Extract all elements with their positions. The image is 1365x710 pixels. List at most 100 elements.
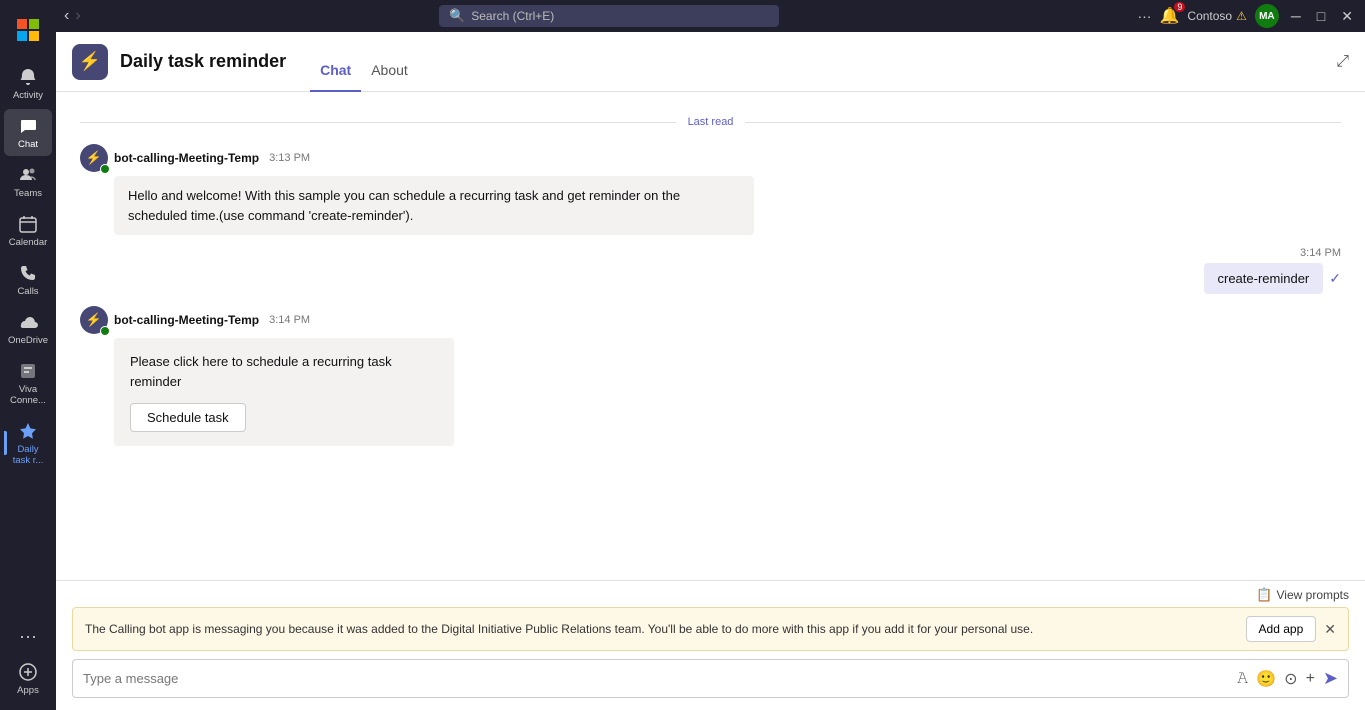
notification-bell[interactable]: 🔔 9	[1159, 6, 1179, 26]
close-banner-button[interactable]: ✕	[1324, 621, 1336, 638]
bot-message-1-text: Hello and welcome! With this sample you …	[128, 188, 680, 223]
sidebar-bottom: ··· Apps	[4, 619, 52, 702]
sidebar-item-calls[interactable]: Calls	[4, 256, 52, 303]
user-avatar[interactable]: MA	[1255, 4, 1279, 28]
add-app-button[interactable]: Add app	[1246, 616, 1317, 642]
sidebar-item-daily-task[interactable]: Daily task r...	[4, 414, 52, 472]
view-prompts-label: View prompts	[1277, 588, 1349, 602]
search-placeholder: Search (Ctrl+E)	[471, 9, 554, 23]
notification-banner-text: The Calling bot app is messaging you bec…	[85, 620, 1238, 638]
more-options-icon[interactable]: ···	[1137, 8, 1151, 24]
minimize-button[interactable]: ─	[1287, 8, 1305, 24]
sidebar-item-chat[interactable]: Chat	[4, 109, 52, 156]
bot-online-badge	[100, 164, 110, 174]
prompts-icon: 📋	[1256, 587, 1272, 603]
teams-icon	[17, 164, 39, 186]
close-button[interactable]: ✕	[1337, 8, 1357, 25]
search-icon: 🔍	[449, 8, 465, 24]
bot-message-group-1: ⚡ bot-calling-Meeting-Temp 3:13 PM Hello…	[80, 144, 1341, 235]
bot-card: Please click here to schedule a recurrin…	[114, 338, 454, 446]
viva-icon	[17, 360, 39, 382]
ms-logo	[12, 14, 44, 46]
sidebar-item-viva[interactable]: Viva Conne...	[4, 354, 52, 412]
send-button[interactable]: ➤	[1323, 668, 1338, 689]
message-input-row: 𝙰 🙂 ⊙ + ➤	[72, 659, 1349, 698]
last-read-label: Last read	[688, 116, 734, 128]
divider-right	[745, 122, 1341, 123]
last-read-divider: Last read	[80, 116, 1341, 128]
bot-bubble-row-2: Please click here to schedule a recurrin…	[114, 338, 1341, 446]
apps-icon	[17, 661, 39, 683]
bot-online-badge-2	[100, 326, 110, 336]
emoji-icon[interactable]: 🙂	[1256, 669, 1276, 689]
chat-header-right: ⤢	[1336, 53, 1349, 71]
user-message-time: 3:14 PM	[1300, 247, 1341, 259]
nav-back-button[interactable]: ‹	[64, 7, 69, 25]
tab-chat[interactable]: Chat	[310, 62, 361, 92]
sidebar-item-activity-label: Activity	[13, 90, 43, 101]
gif-icon[interactable]: ⊙	[1284, 669, 1297, 689]
sidebar-item-onedrive-label: OneDrive	[8, 335, 48, 346]
view-prompts-button[interactable]: 📋 View prompts	[1256, 587, 1349, 603]
sidebar-item-apps[interactable]: Apps	[4, 655, 52, 702]
warning-icon: ⚠	[1236, 9, 1247, 23]
sidebar: Activity Chat Teams	[0, 0, 56, 710]
attach-icon[interactable]: +	[1306, 670, 1315, 688]
more-icon: ···	[17, 625, 39, 647]
sidebar-item-teams[interactable]: Teams	[4, 158, 52, 205]
sidebar-item-viva-label: Viva Conne...	[8, 384, 48, 406]
bot-sender-row-2: ⚡ bot-calling-Meeting-Temp 3:14 PM	[80, 306, 1341, 334]
maximize-button[interactable]: □	[1313, 8, 1329, 24]
calls-icon	[17, 262, 39, 284]
calendar-icon	[17, 213, 39, 235]
contoso-label[interactable]: Contoso ⚠	[1187, 9, 1246, 23]
tab-about[interactable]: About	[361, 62, 418, 92]
bot-message-2-time: 3:14 PM	[269, 314, 310, 326]
sidebar-item-more[interactable]: ···	[4, 619, 52, 653]
sidebar-item-activity[interactable]: Activity	[4, 60, 52, 107]
sidebar-item-calls-label: Calls	[17, 286, 38, 297]
titlebar-left: ‹ ›	[64, 7, 81, 25]
sidebar-item-chat-label: Chat	[18, 139, 38, 150]
message-input[interactable]	[83, 671, 1229, 686]
notification-banner: The Calling bot app is messaging you bec…	[72, 607, 1349, 651]
bot-bubble-1: Hello and welcome! With this sample you …	[114, 176, 754, 235]
schedule-task-button[interactable]: Schedule task	[130, 403, 246, 432]
chat-title: Daily task reminder	[120, 51, 286, 72]
sidebar-item-calendar[interactable]: Calendar	[4, 207, 52, 254]
messages-area: Last read ⚡ bot-calling-Meeting-Temp 3:1…	[56, 92, 1365, 580]
chat-app-icon: ⚡	[72, 44, 108, 80]
bot-sender-row-1: ⚡ bot-calling-Meeting-Temp 3:13 PM	[80, 144, 1341, 172]
search-bar[interactable]: 🔍 Search (Ctrl+E)	[439, 5, 779, 27]
sidebar-item-teams-label: Teams	[14, 188, 42, 199]
titlebar-center: 🔍 Search (Ctrl+E)	[89, 5, 1130, 27]
nav-forward-button[interactable]: ›	[75, 7, 80, 25]
chat-container: ⚡ Daily task reminder Chat About ⤢ Last …	[56, 32, 1365, 710]
view-prompts-row: 📋 View prompts	[56, 581, 1365, 607]
sidebar-item-calendar-label: Calendar	[9, 237, 48, 248]
bot-avatar-2: ⚡	[80, 306, 108, 334]
user-bubble: create-reminder	[1204, 263, 1324, 294]
expand-icon[interactable]: ⤢	[1336, 53, 1349, 70]
activity-icon	[17, 66, 39, 88]
titlebar-right: ··· 🔔 9 Contoso ⚠ MA ─ □ ✕	[1137, 4, 1357, 28]
sidebar-top: Activity Chat Teams	[4, 60, 52, 472]
sidebar-item-daily-task-label: Daily task r...	[8, 444, 48, 466]
bot-sender-name-2: bot-calling-Meeting-Temp	[114, 313, 259, 327]
format-icon[interactable]: 𝙰	[1237, 670, 1248, 688]
titlebar: ‹ › 🔍 Search (Ctrl+E) ··· 🔔 9 Contoso ⚠ …	[56, 0, 1365, 32]
message-toolbar: 𝙰 🙂 ⊙ + ➤	[1237, 668, 1338, 689]
notification-badge: 9	[1174, 2, 1185, 12]
bot-sender-name-1: bot-calling-Meeting-Temp	[114, 151, 259, 165]
main-area: ‹ › 🔍 Search (Ctrl+E) ··· 🔔 9 Contoso ⚠ …	[56, 0, 1365, 710]
bot-card-text: Please click here to schedule a recurrin…	[130, 352, 438, 391]
bot-message-group-2: ⚡ bot-calling-Meeting-Temp 3:14 PM Pleas…	[80, 306, 1341, 446]
chat-icon	[17, 115, 39, 137]
divider-left	[80, 122, 676, 123]
bottom-area: 📋 View prompts The Calling bot app is me…	[56, 580, 1365, 710]
user-bubble-row: create-reminder ✓	[1204, 263, 1342, 294]
bot-avatar-1: ⚡	[80, 144, 108, 172]
sidebar-item-onedrive[interactable]: OneDrive	[4, 305, 52, 352]
user-message-group: 3:14 PM create-reminder ✓	[80, 247, 1341, 294]
onedrive-icon	[17, 311, 39, 333]
